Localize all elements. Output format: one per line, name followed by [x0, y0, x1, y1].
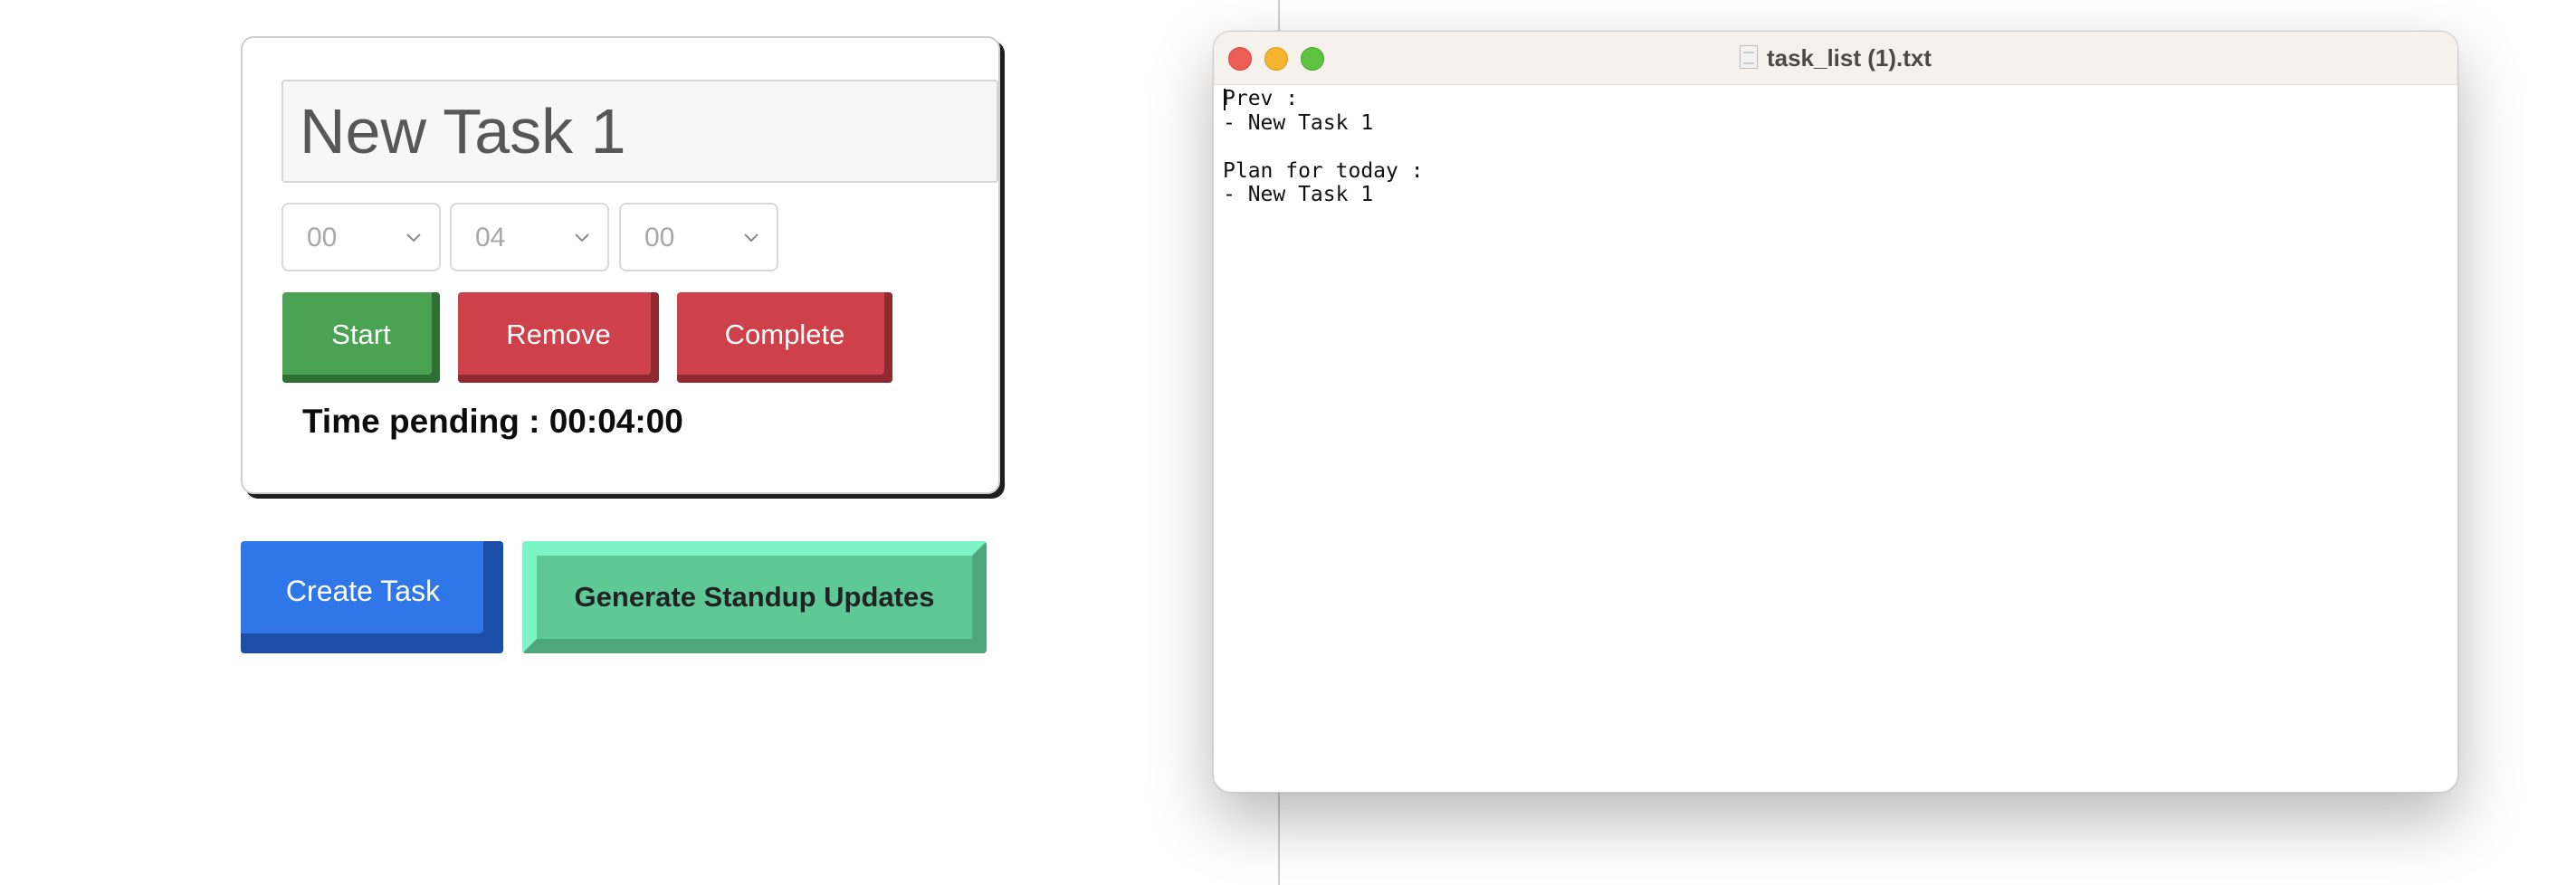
- start-button[interactable]: Start: [282, 292, 440, 383]
- text-editor-area[interactable]: Prev : - New Task 1 Plan for today : - N…: [1223, 84, 2448, 792]
- generate-standup-button[interactable]: Generate Standup Updates: [522, 541, 987, 653]
- task-name-input[interactable]: [281, 80, 998, 183]
- text-caret: [1224, 89, 1226, 110]
- text-content: Prev : - New Task 1 Plan for today : - N…: [1223, 87, 1424, 206]
- window-title-text: task_list (1).txt: [1766, 44, 1932, 71]
- hours-select[interactable]: 00: [281, 203, 441, 271]
- document-icon: [1739, 45, 1758, 69]
- seconds-value: 00: [644, 223, 675, 252]
- minutes-value: 04: [475, 223, 506, 252]
- text-file-window: task_list (1).txt Prev : - New Task 1 Pl…: [1213, 31, 2458, 793]
- minutes-select[interactable]: 04: [450, 203, 609, 271]
- time-pending-label: Time pending : 00:04:00: [302, 403, 683, 440]
- chevron-down-icon: [406, 233, 421, 243]
- create-task-button[interactable]: Create Task: [241, 541, 503, 653]
- complete-button[interactable]: Complete: [677, 292, 892, 383]
- window-title: task_list (1).txt: [1214, 44, 2457, 72]
- remove-button[interactable]: Remove: [458, 292, 659, 383]
- task-card: 00 04 00 Start Remove Complete Time pend…: [241, 36, 1000, 494]
- chevron-down-icon: [744, 233, 758, 243]
- hours-value: 00: [307, 223, 338, 252]
- seconds-select[interactable]: 00: [619, 203, 778, 271]
- window-titlebar[interactable]: task_list (1).txt: [1214, 32, 2457, 85]
- chevron-down-icon: [575, 233, 589, 243]
